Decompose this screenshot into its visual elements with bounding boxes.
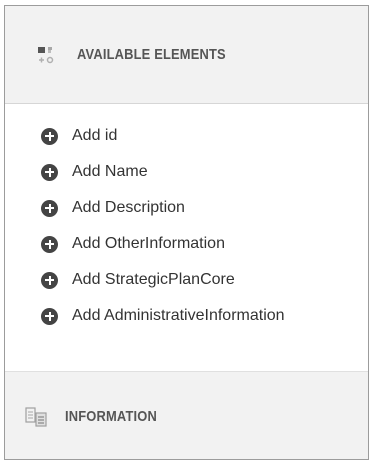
element-label[interactable]: Add AdministrativeInformation [72, 307, 285, 325]
add-administrativeinformation-item[interactable]: Add AdministrativeInformation [5, 298, 368, 334]
add-circle-icon[interactable] [41, 199, 58, 217]
available-elements-header: AVAILABLE ELEMENTS [5, 6, 368, 104]
add-circle-icon[interactable] [41, 163, 58, 181]
information-header[interactable]: INFORMATION [5, 371, 368, 459]
panel-frame: AVAILABLE ELEMENTS Add id Add Name Add D… [4, 5, 369, 460]
add-description-item[interactable]: Add Description [5, 190, 368, 226]
add-strategicplancore-item[interactable]: Add StrategicPlanCore [5, 262, 368, 298]
add-circle-icon[interactable] [41, 271, 58, 289]
document-list-icon [25, 406, 47, 427]
information-title: INFORMATION [65, 408, 157, 425]
available-elements-title: AVAILABLE ELEMENTS [77, 46, 226, 63]
add-circle-icon[interactable] [41, 235, 58, 253]
element-label[interactable]: Add Description [72, 199, 185, 217]
add-circle-icon[interactable] [41, 307, 58, 325]
add-circle-icon[interactable] [41, 127, 58, 145]
available-elements-list: Add id Add Name Add Description Add Othe… [5, 104, 368, 334]
add-name-item[interactable]: Add Name [5, 154, 368, 190]
elements-grid-icon [38, 46, 54, 63]
element-label[interactable]: Add StrategicPlanCore [72, 271, 235, 289]
element-label[interactable]: Add Name [72, 163, 148, 181]
element-label[interactable]: Add id [72, 127, 117, 145]
add-otherinformation-item[interactable]: Add OtherInformation [5, 226, 368, 262]
element-label[interactable]: Add OtherInformation [72, 235, 225, 253]
add-id-item[interactable]: Add id [5, 118, 368, 154]
